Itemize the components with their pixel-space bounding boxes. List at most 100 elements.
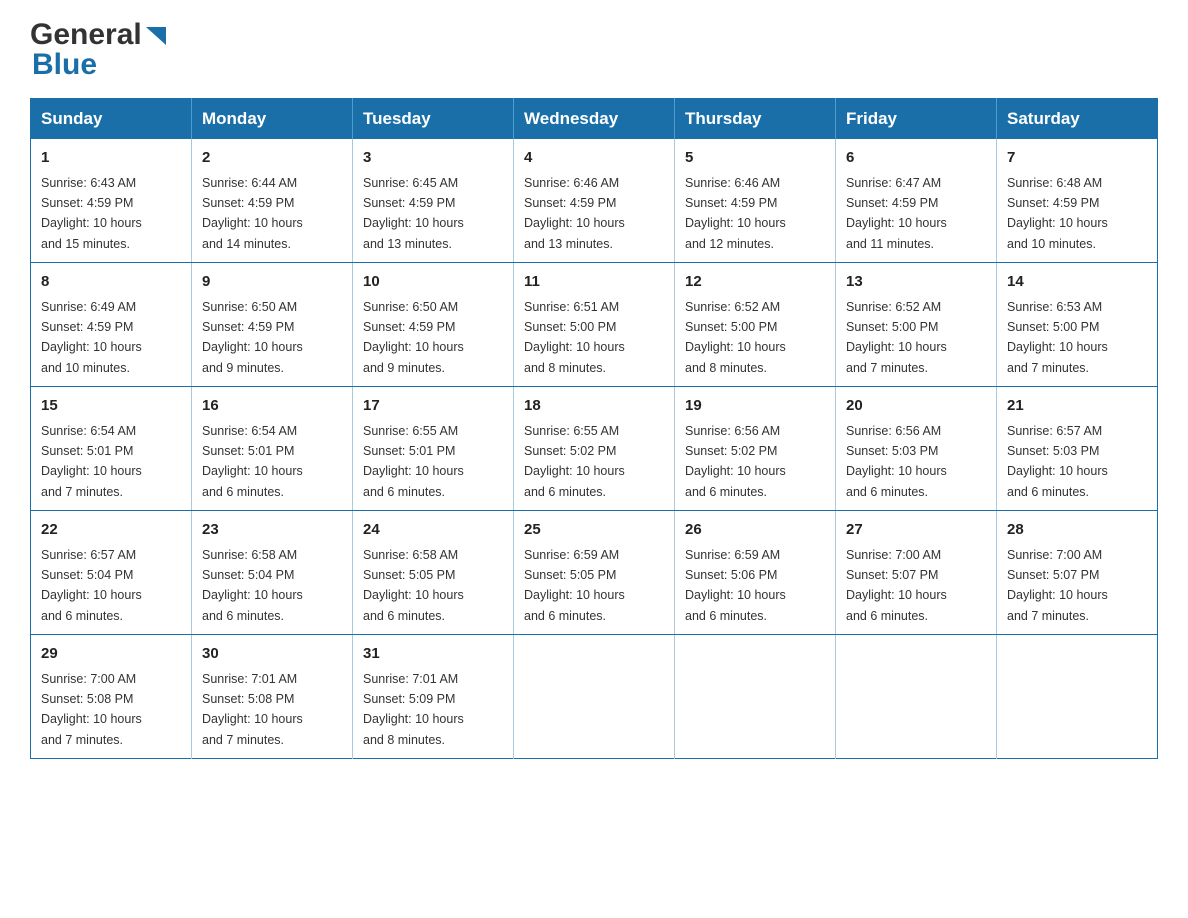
day-number: 20 xyxy=(846,395,986,418)
day-number: 10 xyxy=(363,271,503,294)
day-cell: 21 Sunrise: 6:57 AMSunset: 5:03 PMDaylig… xyxy=(997,387,1158,511)
day-number: 12 xyxy=(685,271,825,294)
day-cell: 14 Sunrise: 6:53 AMSunset: 5:00 PMDaylig… xyxy=(997,263,1158,387)
day-cell: 4 Sunrise: 6:46 AMSunset: 4:59 PMDayligh… xyxy=(514,139,675,263)
week-row-2: 8 Sunrise: 6:49 AMSunset: 4:59 PMDayligh… xyxy=(31,263,1158,387)
day-info: Sunrise: 6:51 AMSunset: 5:00 PMDaylight:… xyxy=(524,300,625,375)
day-info: Sunrise: 6:57 AMSunset: 5:04 PMDaylight:… xyxy=(41,548,142,623)
day-cell: 8 Sunrise: 6:49 AMSunset: 4:59 PMDayligh… xyxy=(31,263,192,387)
header-row: SundayMondayTuesdayWednesdayThursdayFrid… xyxy=(31,99,1158,140)
page-header: General Blue xyxy=(30,20,1158,80)
day-info: Sunrise: 6:58 AMSunset: 5:05 PMDaylight:… xyxy=(363,548,464,623)
header-friday: Friday xyxy=(836,99,997,140)
day-cell: 24 Sunrise: 6:58 AMSunset: 5:05 PMDaylig… xyxy=(353,511,514,635)
day-number: 4 xyxy=(524,147,664,170)
day-cell: 31 Sunrise: 7:01 AMSunset: 5:09 PMDaylig… xyxy=(353,635,514,759)
header-monday: Monday xyxy=(192,99,353,140)
day-number: 11 xyxy=(524,271,664,294)
day-number: 30 xyxy=(202,643,342,666)
day-cell: 13 Sunrise: 6:52 AMSunset: 5:00 PMDaylig… xyxy=(836,263,997,387)
day-info: Sunrise: 6:44 AMSunset: 4:59 PMDaylight:… xyxy=(202,176,303,251)
day-info: Sunrise: 6:56 AMSunset: 5:02 PMDaylight:… xyxy=(685,424,786,499)
day-info: Sunrise: 6:47 AMSunset: 4:59 PMDaylight:… xyxy=(846,176,947,251)
day-info: Sunrise: 6:46 AMSunset: 4:59 PMDaylight:… xyxy=(524,176,625,251)
day-info: Sunrise: 7:00 AMSunset: 5:08 PMDaylight:… xyxy=(41,672,142,747)
day-cell: 10 Sunrise: 6:50 AMSunset: 4:59 PMDaylig… xyxy=(353,263,514,387)
day-info: Sunrise: 6:56 AMSunset: 5:03 PMDaylight:… xyxy=(846,424,947,499)
day-cell: 5 Sunrise: 6:46 AMSunset: 4:59 PMDayligh… xyxy=(675,139,836,263)
day-cell: 15 Sunrise: 6:54 AMSunset: 5:01 PMDaylig… xyxy=(31,387,192,511)
day-cell: 26 Sunrise: 6:59 AMSunset: 5:06 PMDaylig… xyxy=(675,511,836,635)
day-number: 7 xyxy=(1007,147,1147,170)
header-saturday: Saturday xyxy=(997,99,1158,140)
day-info: Sunrise: 6:45 AMSunset: 4:59 PMDaylight:… xyxy=(363,176,464,251)
day-info: Sunrise: 6:54 AMSunset: 5:01 PMDaylight:… xyxy=(41,424,142,499)
day-number: 13 xyxy=(846,271,986,294)
day-cell: 16 Sunrise: 6:54 AMSunset: 5:01 PMDaylig… xyxy=(192,387,353,511)
logo-general-text: General xyxy=(30,20,142,50)
day-info: Sunrise: 6:55 AMSunset: 5:02 PMDaylight:… xyxy=(524,424,625,499)
day-cell: 2 Sunrise: 6:44 AMSunset: 4:59 PMDayligh… xyxy=(192,139,353,263)
day-number: 1 xyxy=(41,147,181,170)
day-number: 9 xyxy=(202,271,342,294)
day-cell: 28 Sunrise: 7:00 AMSunset: 5:07 PMDaylig… xyxy=(997,511,1158,635)
day-info: Sunrise: 6:46 AMSunset: 4:59 PMDaylight:… xyxy=(685,176,786,251)
day-info: Sunrise: 6:52 AMSunset: 5:00 PMDaylight:… xyxy=(685,300,786,375)
day-info: Sunrise: 7:01 AMSunset: 5:09 PMDaylight:… xyxy=(363,672,464,747)
day-cell xyxy=(514,635,675,759)
day-number: 26 xyxy=(685,519,825,542)
day-number: 27 xyxy=(846,519,986,542)
day-number: 31 xyxy=(363,643,503,666)
day-number: 14 xyxy=(1007,271,1147,294)
day-cell: 23 Sunrise: 6:58 AMSunset: 5:04 PMDaylig… xyxy=(192,511,353,635)
day-info: Sunrise: 6:43 AMSunset: 4:59 PMDaylight:… xyxy=(41,176,142,251)
day-number: 22 xyxy=(41,519,181,542)
day-info: Sunrise: 7:00 AMSunset: 5:07 PMDaylight:… xyxy=(1007,548,1108,623)
day-info: Sunrise: 7:01 AMSunset: 5:08 PMDaylight:… xyxy=(202,672,303,747)
day-number: 28 xyxy=(1007,519,1147,542)
day-cell: 22 Sunrise: 6:57 AMSunset: 5:04 PMDaylig… xyxy=(31,511,192,635)
logo: General Blue xyxy=(30,20,166,80)
day-info: Sunrise: 6:50 AMSunset: 4:59 PMDaylight:… xyxy=(202,300,303,375)
calendar-table: SundayMondayTuesdayWednesdayThursdayFrid… xyxy=(30,98,1158,759)
day-info: Sunrise: 6:55 AMSunset: 5:01 PMDaylight:… xyxy=(363,424,464,499)
day-cell xyxy=(675,635,836,759)
week-row-4: 22 Sunrise: 6:57 AMSunset: 5:04 PMDaylig… xyxy=(31,511,1158,635)
day-cell: 7 Sunrise: 6:48 AMSunset: 4:59 PMDayligh… xyxy=(997,139,1158,263)
day-number: 18 xyxy=(524,395,664,418)
day-info: Sunrise: 6:50 AMSunset: 4:59 PMDaylight:… xyxy=(363,300,464,375)
header-sunday: Sunday xyxy=(31,99,192,140)
day-cell: 11 Sunrise: 6:51 AMSunset: 5:00 PMDaylig… xyxy=(514,263,675,387)
day-info: Sunrise: 6:53 AMSunset: 5:00 PMDaylight:… xyxy=(1007,300,1108,375)
day-info: Sunrise: 7:00 AMSunset: 5:07 PMDaylight:… xyxy=(846,548,947,623)
day-info: Sunrise: 6:48 AMSunset: 4:59 PMDaylight:… xyxy=(1007,176,1108,251)
header-tuesday: Tuesday xyxy=(353,99,514,140)
day-cell: 29 Sunrise: 7:00 AMSunset: 5:08 PMDaylig… xyxy=(31,635,192,759)
day-info: Sunrise: 6:57 AMSunset: 5:03 PMDaylight:… xyxy=(1007,424,1108,499)
day-number: 23 xyxy=(202,519,342,542)
day-cell: 19 Sunrise: 6:56 AMSunset: 5:02 PMDaylig… xyxy=(675,387,836,511)
day-number: 8 xyxy=(41,271,181,294)
day-info: Sunrise: 6:49 AMSunset: 4:59 PMDaylight:… xyxy=(41,300,142,375)
day-cell: 30 Sunrise: 7:01 AMSunset: 5:08 PMDaylig… xyxy=(192,635,353,759)
header-thursday: Thursday xyxy=(675,99,836,140)
day-cell: 17 Sunrise: 6:55 AMSunset: 5:01 PMDaylig… xyxy=(353,387,514,511)
day-cell xyxy=(997,635,1158,759)
day-number: 3 xyxy=(363,147,503,170)
day-cell: 12 Sunrise: 6:52 AMSunset: 5:00 PMDaylig… xyxy=(675,263,836,387)
day-cell: 27 Sunrise: 7:00 AMSunset: 5:07 PMDaylig… xyxy=(836,511,997,635)
day-info: Sunrise: 6:59 AMSunset: 5:06 PMDaylight:… xyxy=(685,548,786,623)
day-cell: 6 Sunrise: 6:47 AMSunset: 4:59 PMDayligh… xyxy=(836,139,997,263)
day-info: Sunrise: 6:58 AMSunset: 5:04 PMDaylight:… xyxy=(202,548,303,623)
day-info: Sunrise: 6:54 AMSunset: 5:01 PMDaylight:… xyxy=(202,424,303,499)
day-cell: 3 Sunrise: 6:45 AMSunset: 4:59 PMDayligh… xyxy=(353,139,514,263)
day-number: 21 xyxy=(1007,395,1147,418)
week-row-3: 15 Sunrise: 6:54 AMSunset: 5:01 PMDaylig… xyxy=(31,387,1158,511)
day-cell: 20 Sunrise: 6:56 AMSunset: 5:03 PMDaylig… xyxy=(836,387,997,511)
week-row-1: 1 Sunrise: 6:43 AMSunset: 4:59 PMDayligh… xyxy=(31,139,1158,263)
day-number: 19 xyxy=(685,395,825,418)
day-cell: 18 Sunrise: 6:55 AMSunset: 5:02 PMDaylig… xyxy=(514,387,675,511)
day-number: 16 xyxy=(202,395,342,418)
day-info: Sunrise: 6:52 AMSunset: 5:00 PMDaylight:… xyxy=(846,300,947,375)
day-number: 6 xyxy=(846,147,986,170)
